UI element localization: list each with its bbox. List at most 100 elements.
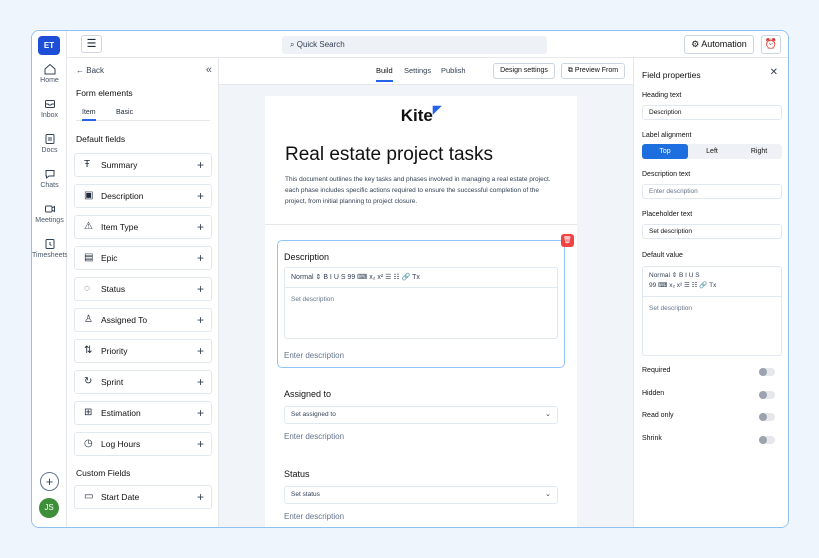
add-button[interactable]: + [40, 472, 59, 491]
back-button[interactable]: ← Back [76, 66, 104, 75]
field-label: Assigned To [101, 315, 148, 325]
hidden-toggle[interactable] [759, 391, 775, 399]
plus-icon[interactable]: + [197, 154, 204, 176]
element-tabs: Item Basic [76, 105, 210, 121]
robot-icon: ⚙ [691, 39, 700, 49]
custom-fields-heading: Custom Fields [76, 468, 131, 478]
field-hint: Enter description [284, 432, 345, 441]
field-hint: Enter description [284, 351, 345, 360]
toggle-label-shrink: Shrink [642, 435, 662, 442]
toggle-label-required: Required [642, 367, 671, 374]
trash-icon: 🗑 [563, 237, 572, 244]
design-settings-button[interactable]: Design settings [493, 63, 555, 79]
field-sprint[interactable]: ↻ Sprint + [74, 370, 212, 394]
collapse-panel-button[interactable]: « [206, 64, 212, 76]
field-heading-assigned-to: Assigned to [284, 389, 332, 399]
document-description[interactable]: This document outlines the key tasks and… [285, 174, 555, 207]
builder-tabs: Build Settings Publish Design settings ⧉… [219, 58, 633, 85]
preview-form-button[interactable]: ⧉ Preview From [561, 63, 625, 79]
field-item-type[interactable]: ⚠ Item Type + [74, 215, 212, 239]
rail-item-inbox[interactable]: Inbox [32, 98, 67, 119]
field-estimation[interactable]: ⊞ Estimation + [74, 401, 212, 425]
rail-label: Chats [40, 182, 59, 189]
alarm-button[interactable]: ⏰ [761, 35, 781, 54]
heading-text-input[interactable]: Description [642, 105, 782, 120]
placeholder-text-input[interactable]: Set description [642, 224, 782, 239]
field-heading-description: Description [284, 252, 330, 262]
tab-item[interactable]: Item [82, 109, 96, 121]
editor-placeholder: Set description [291, 296, 334, 303]
field-summary[interactable]: Ŧ Summary + [74, 153, 212, 177]
automation-label: Automation [701, 39, 747, 49]
panel-title: Form elements [76, 88, 133, 98]
rail-item-timesheets[interactable]: Timesheets [32, 238, 68, 259]
chevron-down-icon: ⌄ [545, 491, 551, 498]
field-properties-panel: Field properties ✕ Heading text Descript… [633, 58, 788, 527]
rail-item-docs[interactable]: Docs [32, 133, 67, 154]
default-value-label: Default value [642, 252, 683, 259]
assigned-to-select[interactable]: Set assigned to ⌄ [284, 406, 558, 424]
workspace-badge[interactable]: ET [38, 36, 60, 55]
select-placeholder: Set status [291, 491, 320, 498]
search-input[interactable]: ⌕ Quick Search [282, 36, 547, 54]
document-title[interactable]: Real estate project tasks [285, 144, 493, 166]
top-bar: ☰ ⌕ Quick Search ⚙ Automation ⏰ [67, 31, 788, 58]
plus-icon[interactable]: + [197, 216, 204, 238]
timesheets-icon [45, 239, 54, 249]
close-icon[interactable]: ✕ [770, 67, 778, 78]
description-icon: ▣ [84, 190, 94, 201]
tab-publish[interactable]: Publish [441, 66, 466, 75]
status-select[interactable]: Set status ⌄ [284, 486, 558, 504]
automation-button[interactable]: ⚙ Automation [684, 35, 754, 54]
field-start-date[interactable]: ▭ Start Date + [74, 485, 212, 509]
logo-text: Kite [400, 106, 433, 125]
field-epic[interactable]: ▤ Epic + [74, 246, 212, 270]
plus-icon[interactable]: + [197, 371, 204, 393]
field-priority[interactable]: ⇅ Priority + [74, 339, 212, 363]
field-label: Start Date [101, 492, 140, 502]
plus-icon[interactable]: + [197, 340, 204, 362]
sprint-icon: ↻ [84, 376, 93, 387]
search-placeholder: Quick Search [296, 40, 345, 49]
plus-icon[interactable]: + [197, 278, 204, 300]
editor-toolbar[interactable]: Normal ⇕ B I U S 99 ⌨ x₂ x² ☰ ☷ 🔗 Tx [643, 267, 781, 297]
back-label: Back [86, 66, 105, 75]
default-value-editor[interactable]: Normal ⇕ B I U S 99 ⌨ x₂ x² ☰ ☷ 🔗 Tx Set… [642, 266, 782, 356]
epic-icon: ▤ [84, 252, 94, 263]
plus-icon[interactable]: + [197, 309, 204, 331]
rail-item-chats[interactable]: Chats [32, 168, 67, 189]
rail-item-home[interactable]: Home [32, 63, 67, 84]
plus-icon[interactable]: + [197, 486, 204, 508]
rail-label: Docs [41, 147, 58, 154]
plus-icon[interactable]: + [197, 247, 204, 269]
align-top-option[interactable]: Top [642, 144, 688, 159]
priority-icon: ⇅ [84, 345, 93, 356]
rail-item-meetings[interactable]: Meetings [32, 203, 67, 224]
tab-settings[interactable]: Settings [404, 66, 431, 75]
rich-text-editor[interactable]: Normal ⇕ B I U S 99 ⌨ x₂ x² ☰ ☷ 🔗 Tx Set… [284, 267, 558, 339]
description-text-input[interactable]: Enter description [642, 184, 782, 199]
read-only-toggle[interactable] [759, 413, 775, 421]
rail-label: Meetings [35, 217, 64, 224]
align-left-option[interactable]: Left [689, 144, 735, 159]
text-icon: Ŧ [84, 159, 91, 170]
toggle-label-hidden: Hidden [642, 390, 665, 397]
tab-basic[interactable]: Basic [116, 109, 133, 116]
form-canvas: Build Settings Publish Design settings ⧉… [219, 58, 633, 527]
menu-button[interactable]: ☰ [81, 35, 102, 53]
required-toggle[interactable] [759, 368, 775, 376]
field-description[interactable]: ▣ Description + [74, 184, 212, 208]
field-log-hours[interactable]: ◷ Log Hours + [74, 432, 212, 456]
align-right-option[interactable]: Right [736, 144, 782, 159]
field-assigned-to[interactable]: ♙ Assigned To + [74, 308, 212, 332]
plus-icon[interactable]: + [197, 402, 204, 424]
tab-build[interactable]: Build [376, 66, 393, 82]
avatar[interactable]: JS [39, 498, 59, 518]
plus-icon[interactable]: + [197, 185, 204, 207]
field-status[interactable]: ◌ Status + [74, 277, 212, 301]
plus-icon[interactable]: + [197, 433, 204, 455]
editor-toolbar[interactable]: Normal ⇕ B I U S 99 ⌨ x₂ x² ☰ ☷ 🔗 Tx [285, 268, 557, 288]
shrink-toggle[interactable] [759, 436, 775, 444]
delete-field-button[interactable]: 🗑 [561, 234, 574, 247]
rail-label: Timesheets [32, 252, 68, 259]
